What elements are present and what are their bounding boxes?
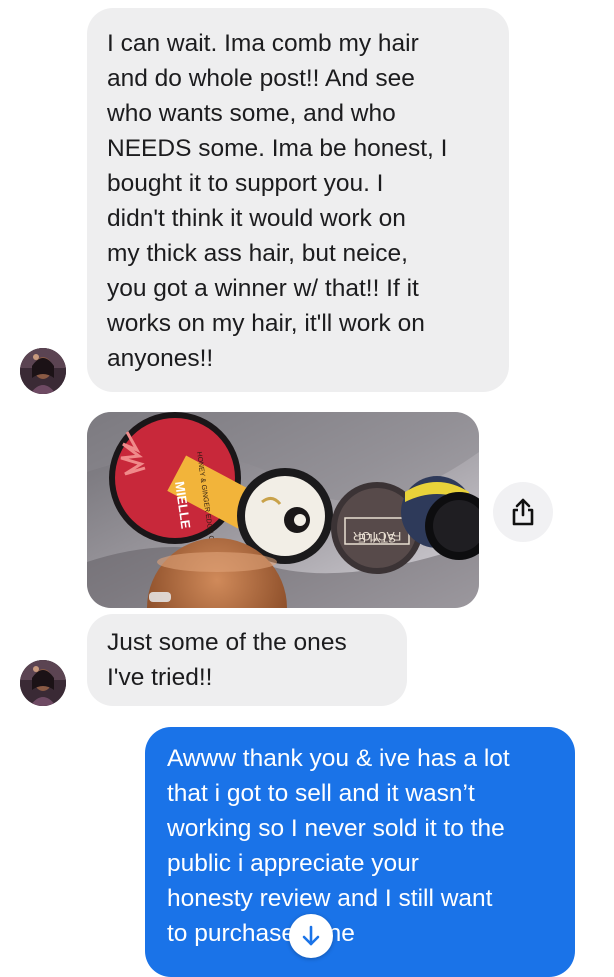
message-text-line: to purchase mine — [167, 920, 355, 947]
hair-products-photo: MIELLE HONEY & GINGER EDGE GEL STYLE FAC… — [87, 412, 479, 608]
message-text-line: public i appreciate your — [167, 850, 419, 877]
message-text-line: that i got to sell and it wasn’t — [167, 780, 475, 807]
message-text-line: I've tried!! — [107, 664, 213, 691]
message-text-line: and do whole post!! And see — [107, 65, 415, 92]
dark-jar-brand-line2: FACTOR — [352, 529, 401, 543]
share-button[interactable] — [493, 482, 553, 542]
contact-avatar[interactable] — [20, 348, 66, 394]
message-bubble-outgoing[interactable]: Awww thank you & ive has a lot that i go… — [145, 727, 575, 977]
message-text-line: NEEDS some. Ima be honest, I — [107, 135, 448, 162]
message-text-line: I can wait. Ima comb my hair — [107, 30, 419, 57]
shared-photo[interactable]: MIELLE HONEY & GINGER EDGE GEL STYLE FAC… — [87, 412, 479, 608]
message-text-line: who wants some, and who — [107, 100, 396, 127]
contact-avatar[interactable] — [20, 660, 66, 706]
message-text-line: honesty review and I still want — [167, 885, 493, 912]
message-bubble-incoming[interactable]: Just some of the ones I've tried!! — [87, 614, 407, 706]
message-text-line: my thick ass hair, but neice, — [107, 240, 408, 267]
message-text-line: Just some of the ones — [107, 629, 347, 656]
arrow-down-icon — [302, 925, 320, 946]
message-text-line: didn't think it would work on — [107, 205, 406, 232]
message-text-line: you got a winner w/ that!! If it — [107, 275, 419, 302]
message-text-line: bought it to support you. I — [107, 170, 384, 197]
avatar-photo-icon — [20, 660, 66, 706]
message-text-line: Awww thank you & ive has a lot — [167, 745, 510, 772]
avatar-photo-icon — [20, 348, 66, 394]
message-bubble-incoming[interactable]: I can wait. Ima comb my hair and do whol… — [87, 8, 509, 392]
message-text-line: anyones!! — [107, 345, 214, 372]
scroll-to-bottom-button[interactable] — [289, 914, 333, 958]
share-icon — [512, 498, 534, 526]
message-text-line: working so I never sold it to the — [167, 815, 505, 842]
message-text-line: works on my hair, it'll work on — [107, 310, 425, 337]
